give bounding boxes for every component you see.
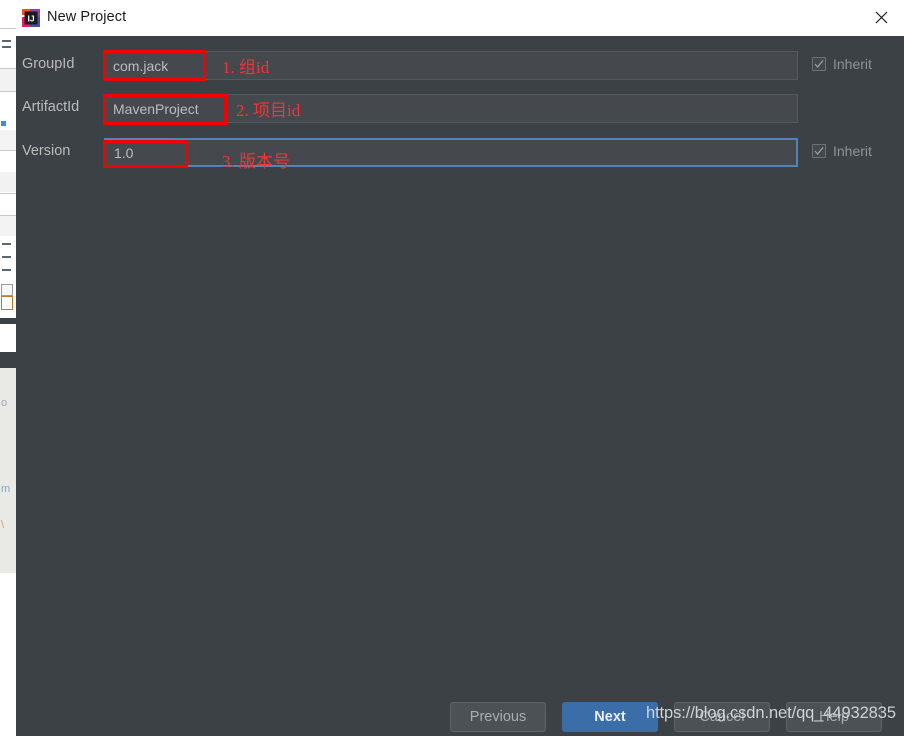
artifactid-label: ArtifactId (22, 99, 80, 115)
version-label: Version (22, 143, 71, 159)
version-input[interactable] (104, 138, 798, 167)
bg-glyph-text: m (1, 483, 11, 495)
previous-button[interactable]: Previous (450, 702, 546, 732)
dialog-titlebar: IJ New Project (16, 0, 904, 37)
bg-dark-band (0, 352, 16, 368)
groupid-inherit-checkbox[interactable]: Inherit (812, 56, 872, 72)
close-icon (875, 11, 887, 24)
bg-glyph-text: \ (1, 519, 5, 531)
bg-accent-dot (1, 121, 6, 126)
bg-row-shade (0, 130, 16, 150)
new-project-dialog: IJ New Project GroupId Inherit (16, 0, 904, 736)
bg-list-tick (2, 269, 11, 271)
bg-divider (0, 193, 16, 194)
bg-highlight-item (1, 296, 13, 310)
bg-list-tick (2, 46, 11, 48)
svg-text:IJ: IJ (27, 13, 34, 23)
groupid-input[interactable] (104, 51, 798, 80)
bg-row-shade (0, 69, 16, 91)
checkbox-checked-icon (812, 57, 826, 71)
bg-dark-band (0, 318, 16, 324)
next-button[interactable]: Next (562, 702, 658, 732)
bg-row-shade (0, 172, 16, 192)
groupid-inherit-label: Inherit (833, 56, 872, 72)
form-row-groupid: GroupId Inherit (16, 51, 904, 81)
form-row-artifactid: ArtifactId (16, 94, 904, 124)
intellij-idea-icon: IJ (22, 9, 40, 27)
form-row-version: Version Inherit (16, 138, 904, 168)
bg-highlight-item (1, 284, 13, 296)
bg-row-shade (0, 216, 16, 236)
dialog-content: GroupId Inherit ArtifactId Version (16, 36, 904, 736)
bg-white-area (0, 573, 16, 736)
background-window: o m \ (0, 0, 16, 736)
artifactid-input[interactable] (104, 94, 798, 123)
version-inherit-checkbox[interactable]: Inherit (812, 143, 872, 159)
bg-divider (0, 91, 16, 92)
bg-divider (0, 150, 16, 151)
dialog-title: New Project (47, 9, 127, 25)
groupid-label: GroupId (22, 56, 75, 72)
bg-list-tick (2, 40, 11, 42)
close-button[interactable] (858, 0, 904, 35)
checkbox-checked-icon (812, 144, 826, 158)
help-button[interactable]: Help (786, 702, 882, 732)
bg-divider (0, 28, 16, 29)
cancel-button[interactable]: Cancel (674, 702, 770, 732)
bg-list-tick (2, 243, 11, 245)
bg-list-tick (2, 256, 11, 258)
bg-glyph-text: o (1, 397, 8, 409)
version-inherit-label: Inherit (833, 143, 872, 159)
